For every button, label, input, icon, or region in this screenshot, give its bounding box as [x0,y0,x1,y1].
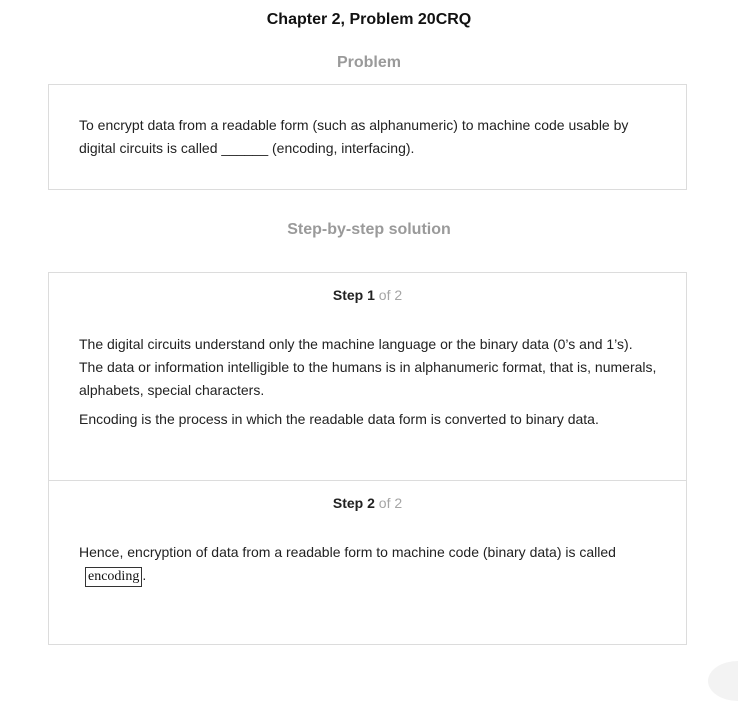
step-1-body: The digital circuits understand only the… [79,333,659,431]
step-2-label: Step 2 of 2 [49,495,686,511]
answer-period: . [142,567,147,583]
problem-text: To encrypt data from a readable form (su… [79,114,656,160]
step-1-label: Step 1 of 2 [49,287,686,303]
step-1-paragraph-1: The digital circuits understand only the… [79,336,657,398]
problem-card: To encrypt data from a readable form (su… [48,84,687,190]
step-1: Step 1 of 2 The digital circuits underst… [49,273,686,481]
problem-text-line2: digital circuits is called ______ (encod… [79,140,415,156]
step-2-number: 2 [367,495,375,511]
solution-heading: Step-by-step solution [287,221,451,238]
step-2-text: Hence, encryption of data from a readabl… [79,544,616,560]
step-1-of: of 2 [378,287,403,303]
step-2-answer-line: encoding. [79,564,659,587]
page-title: Chapter 2, Problem 20CRQ [266,11,472,28]
step-2-word: Step [332,495,364,511]
problem-text-line1: To encrypt data from a readable form (su… [79,117,629,133]
page-corner-decoration [708,661,738,701]
step-2-body: Hence, encryption of data from a readabl… [79,541,659,587]
step-2-of: of 2 [378,495,403,511]
problem-heading: Problem [336,54,401,71]
step-1-word: Step [332,287,364,303]
step-1-number: 1 [367,287,375,303]
step-2: Step 2 of 2 Hence, encryption of data fr… [49,481,686,644]
answer-box: encoding [85,567,143,587]
step-1-paragraph-2: Encoding is the process in which the rea… [79,411,599,427]
solution-card: Step 1 of 2 The digital circuits underst… [48,272,687,645]
